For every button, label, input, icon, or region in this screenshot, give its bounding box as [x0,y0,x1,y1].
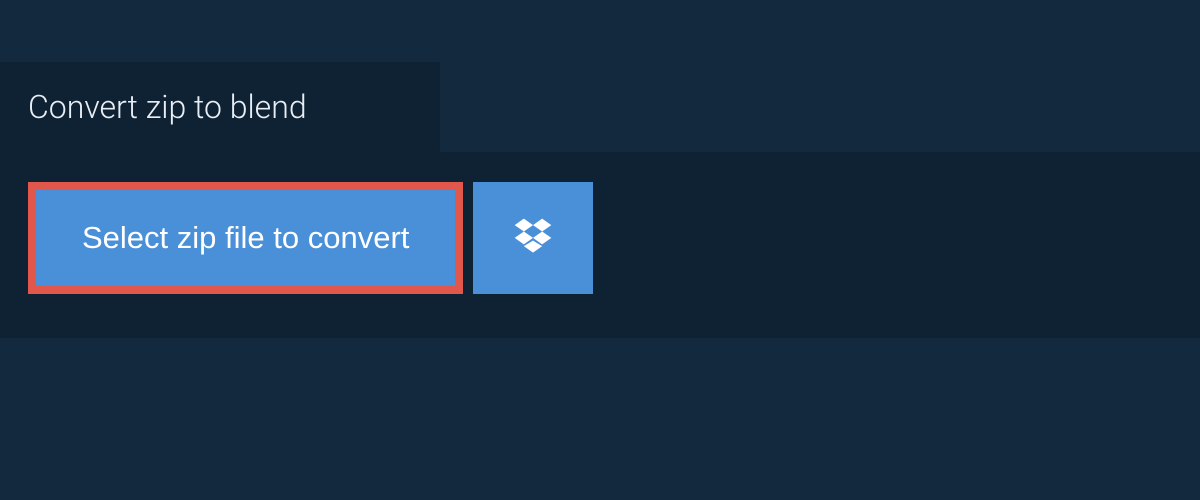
dropbox-button[interactable] [473,182,593,294]
select-file-highlight: Select zip file to convert [28,182,463,294]
select-file-button[interactable]: Select zip file to convert [36,190,455,286]
dropbox-icon [511,215,555,262]
page-title: Convert zip to blend [28,88,412,126]
tab-header: Convert zip to blend [0,62,440,152]
button-row: Select zip file to convert [28,182,1172,294]
main-panel: Select zip file to convert [0,152,1200,338]
